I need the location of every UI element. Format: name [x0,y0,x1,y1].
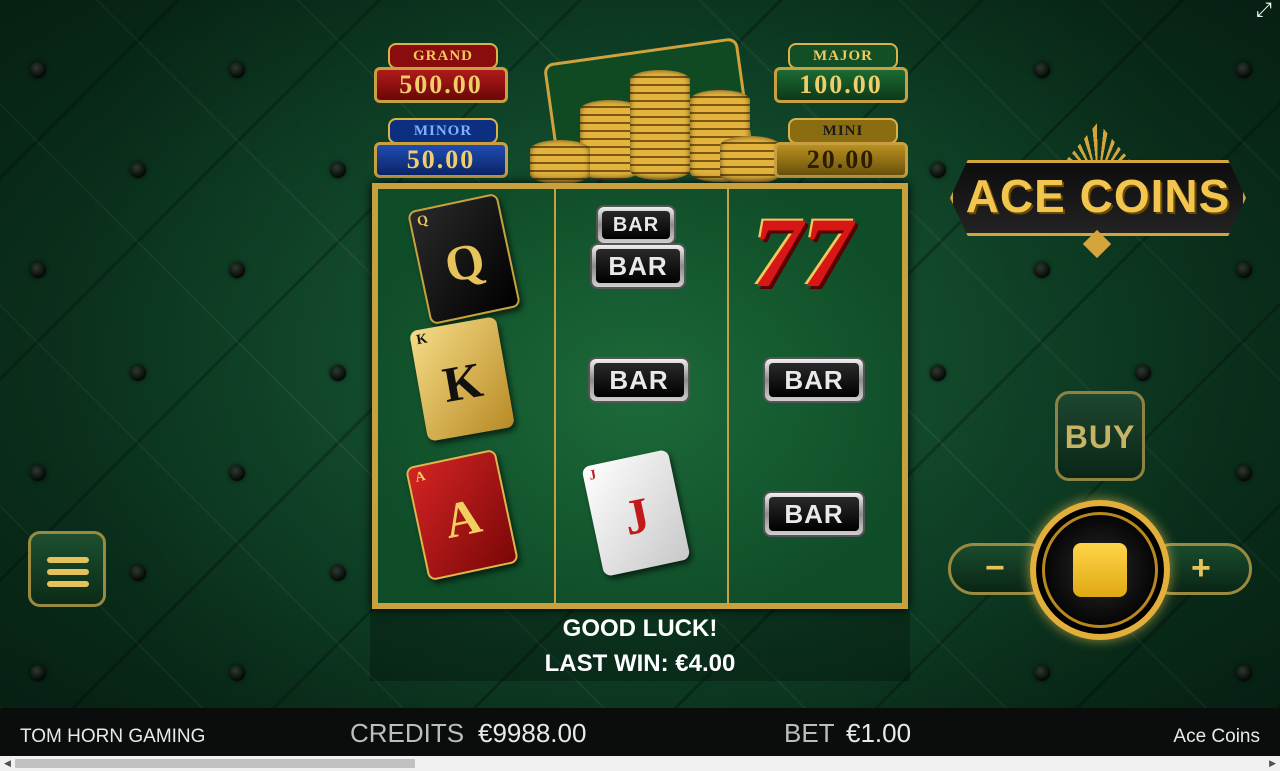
bar-symbol: BAR [763,491,865,537]
stud-decoration [1034,262,1050,278]
card-rank: A [439,486,487,550]
stud-decoration [1034,665,1050,681]
card-corner: J [587,467,598,484]
stud-decoration [30,62,46,78]
bar-symbol: BAR [763,357,865,403]
seven-symbol: 77 [752,197,852,308]
game-name: Ace Coins [1173,726,1260,747]
jackpot-major: MAJOR 100.00 [774,43,908,105]
jackpot-grand-value: 500.00 [374,67,508,103]
credits-value: €9988.00 [478,718,587,748]
spin-button[interactable] [1030,500,1170,640]
stud-decoration [229,262,245,278]
reel-area[interactable]: Q Q K K A A BAR BAR BAR J J 77 BAR BAR [372,183,908,609]
buy-button[interactable]: BUY [1055,391,1145,481]
stud-decoration [1236,62,1252,78]
jackpot-mini: MINI 20.00 [774,118,908,180]
stud-decoration [1236,465,1252,481]
bar-label: BAR [769,363,859,397]
logo-text: ACE COINS [965,170,1231,222]
bar-symbol: BAR [596,205,676,245]
card-rank: K [438,351,487,413]
stud-decoration [130,365,146,381]
coin-pile-decoration [530,36,780,188]
stud-decoration [330,162,346,178]
good-luck-text: GOOD LUCK! [562,615,718,642]
jackpot-minor-label: MINOR [388,118,498,144]
jackpot-minor-value: 50.00 [374,142,508,178]
menu-button[interactable] [28,531,106,607]
last-win-text: LAST WIN: €4.00 [544,650,736,677]
stud-decoration [930,365,946,381]
stud-decoration [229,465,245,481]
fullscreen-icon[interactable]: ⤢ [1256,0,1272,20]
hamburger-icon [47,557,89,563]
horizontal-scrollbar[interactable]: ◀ ▶ [0,756,1280,771]
stud-decoration [1034,62,1050,78]
bar-symbol: BAR [588,357,690,403]
card-symbol: Q Q [406,192,522,326]
card-rank: Q [439,230,490,294]
bar-label: BAR [594,363,684,397]
stud-decoration [1236,262,1252,278]
bet-label: BET [784,718,835,748]
stud-decoration [30,665,46,681]
bar-label: BAR [602,211,670,239]
jackpot-mini-label: MINI [788,118,898,144]
jackpot-major-value: 100.00 [774,67,908,103]
scrollbar-thumb[interactable] [15,759,415,768]
credits-label: CREDITS [350,718,465,748]
card-corner: A [413,468,427,486]
jackpot-major-label: MAJOR [788,43,898,69]
card-corner: Q [415,212,430,230]
reel-divider [554,189,556,603]
card-rank: J [618,485,655,546]
reel-divider [727,189,729,603]
card-symbol: J J [581,449,691,577]
jackpot-grand-label: GRAND [388,43,498,69]
stud-decoration [30,465,46,481]
ace-coins-logo: ACE COINS [950,122,1246,259]
jackpot-grand: GRAND 500.00 [374,43,508,105]
bar-symbol: BAR [590,243,686,289]
provider-name: TOM HORN GAMING [20,726,206,747]
stud-decoration [130,565,146,581]
stud-decoration [930,162,946,178]
stud-decoration [30,262,46,278]
bar-label: BAR [769,497,859,531]
stud-decoration [229,665,245,681]
card-corner: K [415,331,429,349]
hamburger-icon-line [47,569,89,575]
stud-decoration [1236,665,1252,681]
jackpot-mini-value: 20.00 [774,142,908,178]
bottom-bar: TOM HORN GAMING CREDITS €9988.00 BET €1.… [0,708,1280,756]
stud-decoration [1135,365,1151,381]
card-symbol: K K [408,316,516,442]
scroll-right-icon[interactable]: ▶ [1269,758,1276,768]
scroll-left-icon[interactable]: ◀ [4,758,11,768]
hamburger-icon-line [47,581,89,587]
stud-decoration [229,62,245,78]
stud-decoration [130,162,146,178]
bet-value: €1.00 [846,718,912,748]
jackpot-minor: MINOR 50.00 [374,118,508,180]
stud-decoration [330,365,346,381]
card-symbol: A A [404,448,520,582]
stop-icon [1073,543,1127,597]
stud-decoration [330,565,346,581]
bar-label: BAR [596,249,680,283]
